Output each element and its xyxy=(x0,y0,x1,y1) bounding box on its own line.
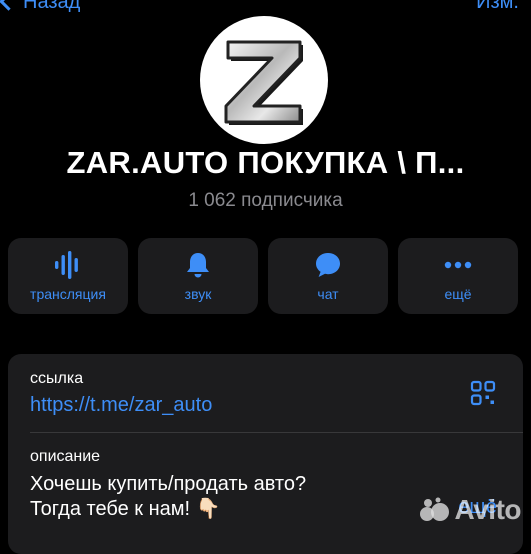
channel-avatar[interactable] xyxy=(200,16,328,144)
subscriber-count: 1 062 подписчика xyxy=(188,190,343,211)
qr-code-icon[interactable] xyxy=(470,380,496,411)
sound-button[interactable]: звук xyxy=(138,238,258,314)
chat-button-label: чат xyxy=(317,286,339,302)
back-button[interactable]: Назад xyxy=(0,0,81,14)
z-logo-icon xyxy=(224,40,303,125)
channel-link[interactable]: https://t.me/zar_auto xyxy=(30,394,212,417)
broadcast-icon xyxy=(53,251,83,279)
channel-title: ZAR.AUTO ПОКУПКА \ П... xyxy=(66,145,465,180)
back-button-label: Назад xyxy=(23,0,81,13)
avito-watermark-text: Avito xyxy=(454,494,522,525)
link-label: ссылка xyxy=(30,370,84,387)
chat-bubble-icon xyxy=(314,251,342,279)
sound-button-label: звук xyxy=(184,286,212,302)
avito-watermark: Avito xyxy=(419,494,522,526)
action-buttons-row: трансляция звук чат ещё xyxy=(8,238,523,314)
description-label: описание xyxy=(30,448,101,465)
more-dots-icon xyxy=(443,251,473,279)
chevron-left-icon xyxy=(0,0,18,11)
broadcast-button[interactable]: трансляция xyxy=(8,238,128,314)
more-button-label: ещё xyxy=(444,286,472,302)
more-button[interactable]: ещё xyxy=(398,238,518,314)
edit-button[interactable]: Изм. xyxy=(476,0,519,14)
broadcast-button-label: трансляция xyxy=(30,286,106,302)
avito-logo-icon xyxy=(419,497,449,521)
bell-icon xyxy=(185,251,211,279)
chat-button[interactable]: чат xyxy=(268,238,388,314)
description-text: Хочешь купить/продать авто? Тогда тебе к… xyxy=(30,473,307,520)
divider xyxy=(30,432,523,433)
